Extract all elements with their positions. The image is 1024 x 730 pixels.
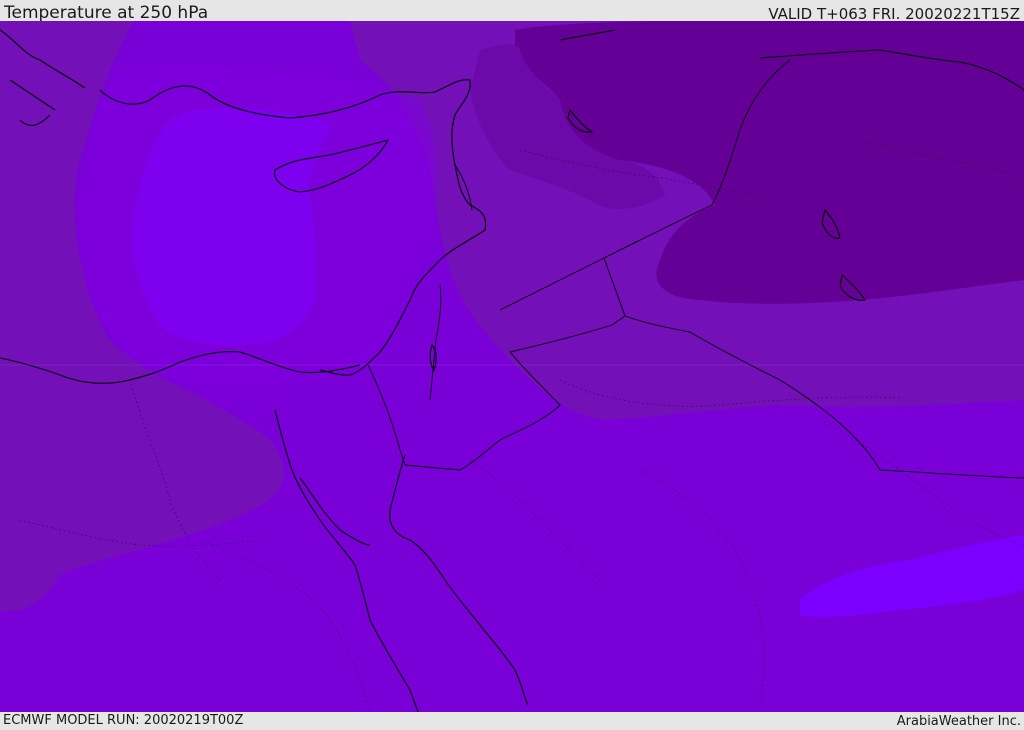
weather-map[interactable] [0,21,1024,712]
provider-credit: ArabiaWeather Inc. [896,714,1021,729]
footer-bar: ECMWF MODEL RUN: 20020219T00Z ArabiaWeat… [0,712,1024,729]
header-bar: Temperature at 250 hPa VALID T+063 FRI. … [0,0,1024,23]
map-title: Temperature at 250 hPa [4,3,209,23]
temperature-map-svg [0,21,1024,712]
model-run-label: ECMWF MODEL RUN: 20020219T00Z [3,713,244,728]
